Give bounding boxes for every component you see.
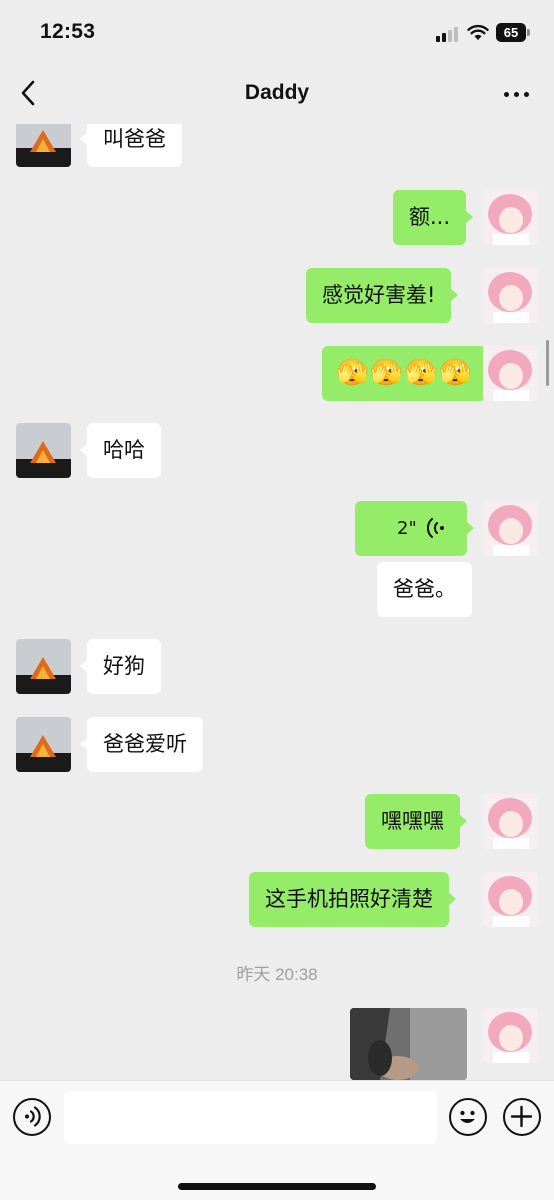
message-bubble-incoming[interactable]: 哈哈 xyxy=(80,423,161,478)
contact-avatar[interactable] xyxy=(16,639,71,694)
chat-area[interactable]: 叫爸爸 额... 感觉好害羞! 🫣 🫣 🫣 🫣 哈哈 2" 爸爸。 好狗 爸爸爱… xyxy=(0,124,554,1080)
smiley-icon[interactable] xyxy=(449,1098,487,1136)
message-bubble-incoming[interactable]: 爸爸爱听 xyxy=(80,717,203,772)
message-input[interactable] xyxy=(64,1091,437,1144)
message-bubble-outgoing[interactable]: 嘿嘿嘿 xyxy=(365,794,467,849)
plus-icon[interactable] xyxy=(503,1098,541,1136)
message-bubble-outgoing[interactable]: 🫣 🫣 🫣 🫣 xyxy=(322,346,492,401)
my-avatar[interactable] xyxy=(483,190,538,245)
message-bubble-incoming[interactable]: 好狗 xyxy=(80,639,161,694)
my-avatar[interactable] xyxy=(483,1008,538,1063)
contact-avatar[interactable] xyxy=(16,124,71,167)
status-time: 12:53 xyxy=(40,20,96,43)
face-peeking-emoji: 🫣 xyxy=(336,358,369,388)
message-bubble-incoming[interactable]: 叫爸爸 xyxy=(80,124,182,167)
face-peeking-emoji: 🫣 xyxy=(370,358,403,388)
face-peeking-emoji: 🫣 xyxy=(439,358,472,388)
my-avatar[interactable] xyxy=(483,268,538,323)
status-bar: 12:53 65 xyxy=(0,0,554,62)
battery-indicator: 65 xyxy=(496,23,526,42)
home-indicator xyxy=(178,1183,376,1190)
chat-title: Daddy xyxy=(244,81,310,104)
cellular-signal-icon xyxy=(436,26,462,42)
contact-avatar[interactable] xyxy=(16,717,71,772)
voice-duration: 2" xyxy=(397,518,417,539)
chat-timestamp: 昨天 20:38 xyxy=(236,965,318,984)
message-bubble-outgoing[interactable]: 感觉好害羞! xyxy=(306,268,459,323)
contact-avatar[interactable] xyxy=(16,423,71,478)
voice-toggle-icon[interactable] xyxy=(13,1098,51,1136)
face-peeking-emoji: 🫣 xyxy=(404,358,438,388)
wifi-icon xyxy=(467,24,489,40)
voice-wave-icon xyxy=(427,518,444,538)
more-dots-icon[interactable] xyxy=(500,84,534,104)
my-avatar[interactable] xyxy=(483,501,538,556)
battery-tip xyxy=(527,29,530,36)
scroll-indicator[interactable] xyxy=(546,340,549,386)
my-avatar[interactable] xyxy=(483,872,538,927)
message-bubble-outgoing[interactable]: 额... xyxy=(393,190,474,245)
voice-message-bubble[interactable]: 2" xyxy=(355,501,474,556)
voice-transcript[interactable]: 爸爸。 xyxy=(377,562,472,617)
my-avatar[interactable] xyxy=(483,794,538,849)
input-bar xyxy=(0,1080,554,1200)
photo-thumbnail[interactable] xyxy=(350,1008,467,1080)
nav-bar: Daddy xyxy=(0,62,554,124)
emoji-row: 🫣 🫣 🫣 🫣 xyxy=(336,346,472,401)
message-bubble-outgoing[interactable]: 这手机拍照好清楚 xyxy=(249,872,456,927)
my-avatar[interactable] xyxy=(483,346,538,401)
